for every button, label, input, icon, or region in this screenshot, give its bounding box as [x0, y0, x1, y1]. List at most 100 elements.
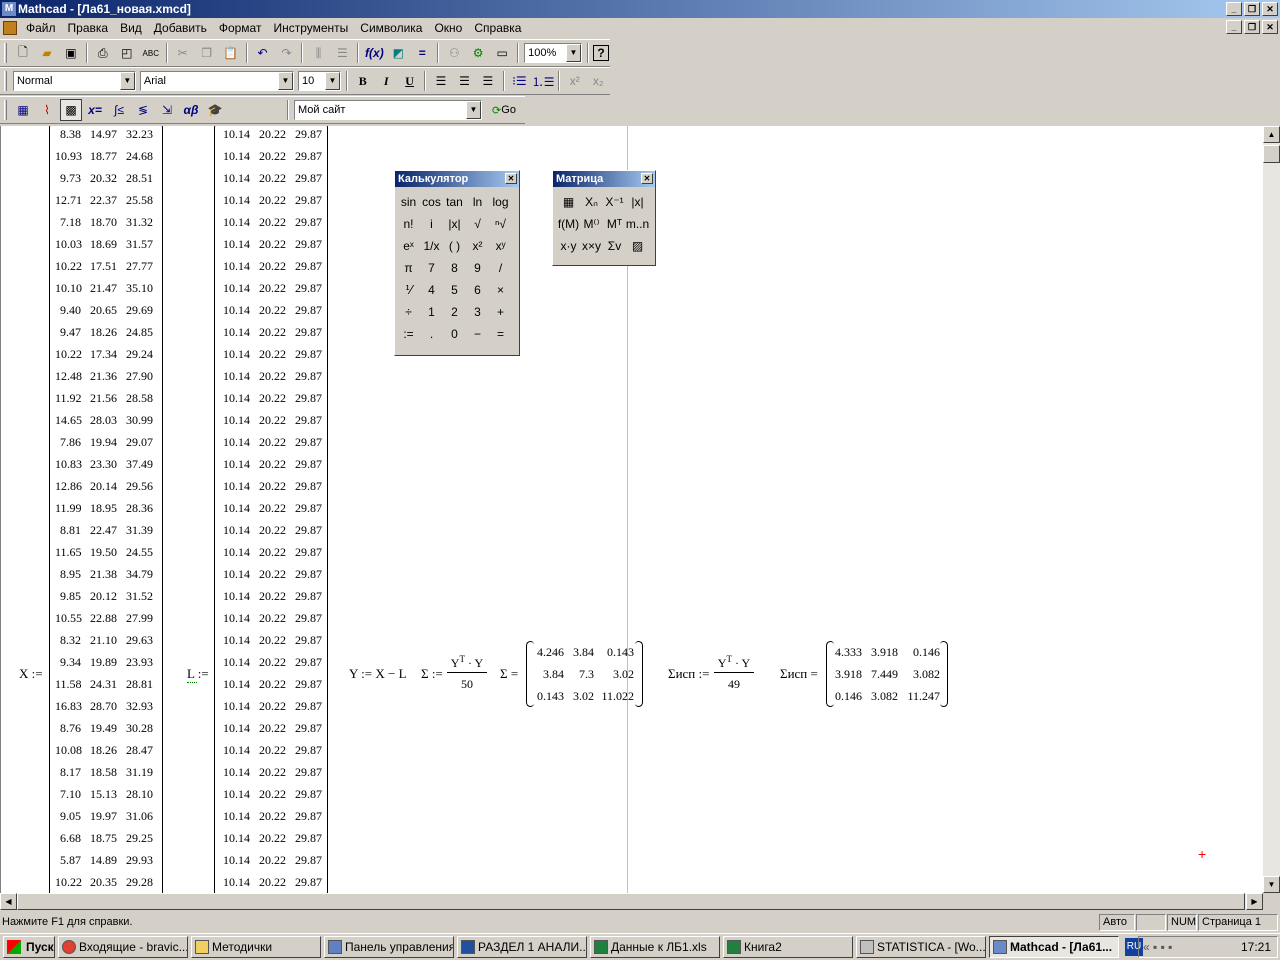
calculator-key[interactable]: 4 [420, 279, 443, 301]
underline-button[interactable]: U [399, 70, 420, 92]
calculator-close-icon[interactable]: ✕ [505, 173, 517, 184]
scroll-left-button[interactable]: ◀ [0, 893, 17, 910]
calculator-key[interactable]: xʸ [489, 235, 512, 257]
restore-button[interactable]: ❐ [1244, 2, 1260, 16]
sigma-isp-definition[interactable]: Σисп := [668, 666, 709, 682]
vertical-scroll-thumb[interactable] [1263, 145, 1280, 163]
print-icon[interactable]: ⎙ [92, 42, 114, 64]
calculator-key[interactable]: n! [397, 213, 420, 235]
calculator-key[interactable]: . [420, 323, 443, 345]
document-icon[interactable] [3, 21, 17, 35]
matrix-palette-key[interactable]: ▨ [626, 235, 649, 257]
evaluation-toolbar-icon[interactable]: x= [84, 99, 106, 121]
calculator-key[interactable]: √ [466, 213, 489, 235]
matrix-palette-key[interactable]: x·y [557, 235, 580, 257]
task-mathcad[interactable]: Mathcad - [Ла61... [989, 936, 1119, 958]
font-size-select[interactable]: 10 ▼ [298, 71, 342, 91]
calculator-key[interactable]: 9 [466, 257, 489, 279]
calculator-key[interactable]: × [489, 279, 512, 301]
align-down-icon[interactable]: ☰ [331, 42, 353, 64]
align-right-icon[interactable]: ☰ [477, 70, 498, 92]
matrix-palette-key[interactable]: ▦ [557, 191, 580, 213]
tray-icons[interactable]: « ▪ ▪ ▪ [1139, 937, 1172, 957]
calculator-toolbar-icon[interactable]: ▦ [12, 99, 34, 121]
calculator-key[interactable]: π [397, 257, 420, 279]
calculator-key[interactable]: = [489, 323, 512, 345]
scroll-down-button[interactable]: ▼ [1263, 876, 1280, 893]
calculator-key[interactable]: sin [397, 191, 420, 213]
copy-icon[interactable]: ❐ [196, 42, 218, 64]
calculator-key[interactable]: ⅟ [397, 279, 420, 301]
save-icon[interactable]: ▣ [60, 42, 82, 64]
resource-center-icon[interactable]: ▭ [491, 42, 513, 64]
calculator-key[interactable]: 8 [443, 257, 466, 279]
task-statistica[interactable]: STATISTICA - [Wo... [856, 936, 986, 958]
menu-window[interactable]: Окно [428, 18, 468, 38]
close-button[interactable]: ✕ [1262, 2, 1278, 16]
sigma-definition[interactable]: Σ := [421, 666, 443, 682]
horizontal-scroll-thumb[interactable] [17, 893, 1245, 910]
calculator-key[interactable]: ln [466, 191, 489, 213]
doc-close-button[interactable]: ✕ [1262, 20, 1278, 34]
horizontal-scrollbar[interactable]: ◀ ▶ [0, 893, 1263, 910]
menu-edit[interactable]: Правка [62, 18, 115, 38]
menu-view[interactable]: Вид [114, 18, 148, 38]
bold-button[interactable]: B [352, 70, 373, 92]
matrix-toolbar-icon[interactable]: ▩ [60, 99, 82, 121]
italic-button[interactable]: I [375, 70, 396, 92]
greek-toolbar-icon[interactable]: αβ [180, 99, 202, 121]
insert-hyperlink-icon[interactable]: ⚇ [443, 42, 465, 64]
matrix-palette-key[interactable]: x×y [580, 235, 603, 257]
calculator-key[interactable]: := [397, 323, 420, 345]
calculator-key[interactable]: 0 [443, 323, 466, 345]
align-center-icon[interactable]: ☰ [454, 70, 475, 92]
task-chrome-inbox[interactable]: Входящие - bravic... [58, 936, 188, 958]
insert-function-icon[interactable]: f(x) [363, 42, 385, 64]
calculator-palette-header[interactable]: Калькулятор ✕ [395, 171, 519, 187]
calculator-key[interactable]: |x| [443, 213, 466, 235]
address-select[interactable]: Мой сайт ▼ [294, 100, 482, 120]
go-button[interactable]: ⟳ Go [485, 99, 523, 121]
minimize-button[interactable]: _ [1226, 2, 1242, 16]
calculator-key[interactable]: 1/x [420, 235, 443, 257]
calculate-icon[interactable]: = [411, 42, 433, 64]
redo-icon[interactable]: ↷ [276, 42, 298, 64]
start-button[interactable]: Пуск [3, 936, 55, 958]
worksheet[interactable]: X := 8.38 14.97 32.23 10.93 18.77 24.68 9.73 20… [0, 126, 1264, 893]
scroll-right-button[interactable]: ▶ [1246, 893, 1263, 910]
calculus-toolbar-icon[interactable]: ∫≤ [108, 99, 130, 121]
calculator-key[interactable]: 7 [420, 257, 443, 279]
calculator-key[interactable]: − [466, 323, 489, 345]
scroll-up-button[interactable]: ▲ [1263, 126, 1280, 143]
calculator-key[interactable]: i [420, 213, 443, 235]
align-left-icon[interactable]: ☰ [430, 70, 451, 92]
matrix-palette-key[interactable]: m..n [626, 213, 649, 235]
calculator-key[interactable]: + [489, 301, 512, 323]
task-folder-metodichki[interactable]: Методички [191, 936, 321, 958]
boolean-toolbar-icon[interactable]: ≶ [132, 99, 154, 121]
menu-file[interactable]: Файл [20, 18, 62, 38]
subscript-icon[interactable]: x₂ [588, 70, 609, 92]
x-matrix[interactable]: 8.38 14.97 32.23 10.93 18.77 24.68 9.73 20.32 28… [49, 126, 163, 893]
matrix-palette-key[interactable]: Σv [603, 235, 626, 257]
matrix-palette-key[interactable]: X⁻¹ [603, 191, 626, 213]
programming-toolbar-icon[interactable]: ⇲ [156, 99, 178, 121]
calculator-key[interactable]: eˣ [397, 235, 420, 257]
font-select[interactable]: Arial ▼ [139, 71, 294, 91]
calculator-key[interactable]: / [489, 257, 512, 279]
graph-toolbar-icon[interactable]: ⌇ [36, 99, 58, 121]
spellcheck-icon[interactable]: ABC [140, 42, 162, 64]
calculator-key[interactable]: ⁿ√ [489, 213, 512, 235]
matrix-palette-key[interactable]: Xₙ [580, 191, 603, 213]
task-word-document[interactable]: РАЗДЕЛ 1 АНАЛИ... [457, 936, 587, 958]
menu-format[interactable]: Формат [213, 18, 268, 38]
menu-symbolics[interactable]: Символика [354, 18, 428, 38]
matrix-close-icon[interactable]: ✕ [641, 173, 653, 184]
task-control-panel[interactable]: Панель управления [324, 936, 454, 958]
calculator-key[interactable]: 2 [443, 301, 466, 323]
zoom-select[interactable]: 100% ▼ [524, 43, 582, 63]
bullets-icon[interactable]: ⁝☰ [509, 70, 530, 92]
insert-component-icon[interactable]: ⚙ [467, 42, 489, 64]
menu-help[interactable]: Справка [468, 18, 527, 38]
calculator-key[interactable]: 6 [466, 279, 489, 301]
